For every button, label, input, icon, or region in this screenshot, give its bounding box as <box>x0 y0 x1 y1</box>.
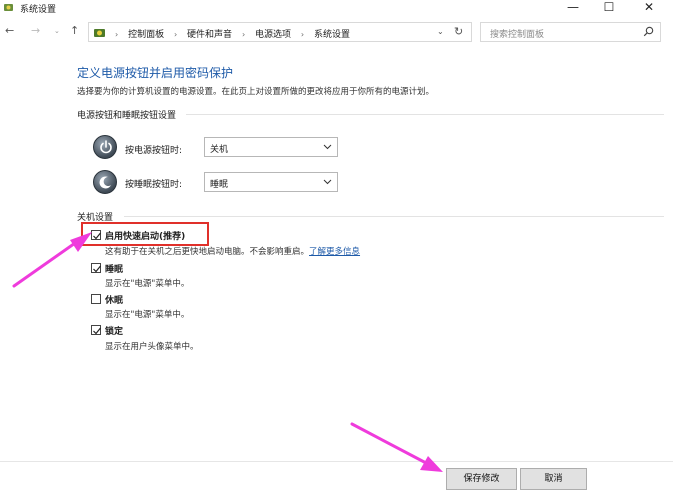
cancel-button[interactable]: 取消 <box>520 468 587 490</box>
window-title: 系统设置 <box>20 5 57 15</box>
save-button[interactable]: 保存修改 <box>446 468 517 490</box>
learn-more-link[interactable]: 了解更多信息 <box>309 247 360 257</box>
sleep-button-select[interactable]: 睡眠 <box>204 172 338 192</box>
breadcrumb-separator: › <box>173 30 178 39</box>
back-button[interactable]: ← <box>5 24 14 37</box>
sleep-description: 显示在"电源"菜单中。 <box>105 279 190 289</box>
refresh-button[interactable]: ↻ <box>454 25 463 38</box>
breadcrumb-item-power-options[interactable]: 电源选项 <box>255 30 291 40</box>
power-button-value: 关机 <box>210 145 229 155</box>
fast-startup-label[interactable]: 启用快速启动(推荐) <box>105 229 185 242</box>
sleep-checkbox[interactable] <box>91 263 101 273</box>
power-icon <box>93 135 117 159</box>
address-row: ← → ⌄ ↑ › 控制面板 › 硬件和声音 › 电源选项 › 系统设置 ⌄ ↻… <box>0 21 673 43</box>
breadcrumb-separator: › <box>115 30 119 39</box>
hibernate-description: 显示在"电源"菜单中。 <box>105 310 190 320</box>
sleep-button-label: 按睡眠按钮时: <box>125 180 183 190</box>
power-button-select[interactable]: 关机 <box>204 137 338 157</box>
title-bar: 系统设置 — ☐ ✕ <box>0 0 673 17</box>
divider <box>186 114 664 115</box>
section-heading-buttons: 电源按钮和睡眠按钮设置 <box>77 111 177 121</box>
footer-divider <box>0 461 673 462</box>
breadcrumb-item-hardware-sound[interactable]: 硬件和声音 <box>187 30 232 40</box>
divider <box>124 216 664 217</box>
forward-button[interactable]: → <box>31 24 40 37</box>
up-button[interactable]: ↑ <box>70 24 79 37</box>
breadcrumb: › 控制面板 › 硬件和声音 › 电源选项 › 系统设置 <box>115 27 350 40</box>
hibernate-label[interactable]: 休眠 <box>105 293 123 306</box>
search-input[interactable]: 搜索控制面板 <box>480 22 661 42</box>
page-description: 选择要为你的计算机设置的电源设置。在此页上对设置所做的更改将应用于你所有的电源计… <box>77 87 435 97</box>
recent-locations-button[interactable]: ⌄ <box>54 27 60 35</box>
moon-icon <box>93 170 117 194</box>
sleep-button-value: 睡眠 <box>210 180 229 190</box>
breadcrumb-separator: › <box>241 30 246 39</box>
breadcrumb-item-system-settings[interactable]: 系统设置 <box>314 30 350 40</box>
settings-shield-icon <box>4 4 13 11</box>
power-button-label: 按电源按钮时: <box>125 146 183 156</box>
control-panel-icon <box>94 29 105 37</box>
address-dropdown-button[interactable]: ⌄ <box>437 27 444 36</box>
lock-label[interactable]: 锁定 <box>105 324 123 337</box>
chevron-down-icon <box>323 144 332 150</box>
page-title: 定义电源按钮并启用密码保护 <box>77 66 234 80</box>
breadcrumb-separator: › <box>300 30 305 39</box>
lock-checkbox[interactable] <box>91 325 101 335</box>
arrow-to-save-button <box>350 422 443 472</box>
address-bar[interactable]: › 控制面板 › 硬件和声音 › 电源选项 › 系统设置 ⌄ ↻ <box>88 22 472 42</box>
chevron-down-icon <box>323 179 332 185</box>
fast-startup-description: 这有助于在关机之后更快地启动电脑。不会影响重启。了解更多信息 <box>105 247 361 257</box>
hibernate-checkbox[interactable] <box>91 294 101 304</box>
minimize-button[interactable]: — <box>556 0 590 17</box>
lock-description: 显示在用户头像菜单中。 <box>105 342 199 352</box>
search-icon <box>643 26 654 37</box>
sleep-label[interactable]: 睡眠 <box>105 262 123 275</box>
fast-startup-checkbox[interactable] <box>91 230 101 240</box>
search-placeholder: 搜索控制面板 <box>490 30 545 40</box>
breadcrumb-item-control-panel[interactable]: 控制面板 <box>128 30 164 40</box>
close-button[interactable]: ✕ <box>632 0 666 17</box>
maximize-button[interactable]: ☐ <box>592 0 626 17</box>
